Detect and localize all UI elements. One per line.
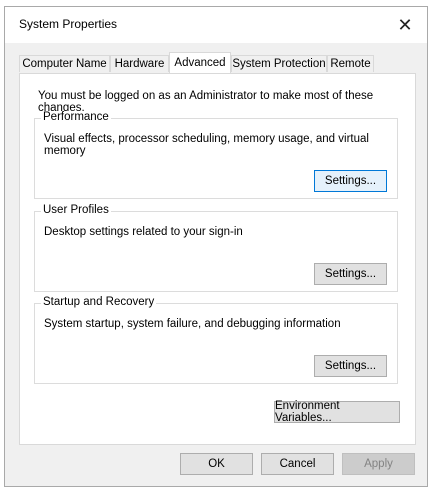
title-bar: System Properties ✕ <box>5 7 427 43</box>
environment-variables-button[interactable]: Environment Variables... <box>274 400 400 424</box>
user-profiles-settings-button[interactable]: Settings... <box>314 263 387 285</box>
tab-system-protection[interactable]: System Protection <box>231 55 327 72</box>
system-properties-dialog: System Properties ✕ Computer Name Hardwa… <box>4 6 428 487</box>
tab-computer-name[interactable]: Computer Name <box>19 55 110 72</box>
window-title: System Properties <box>19 17 118 31</box>
user-profiles-group: User Profiles Desktop settings related t… <box>34 204 398 292</box>
user-profiles-description: Desktop settings related to your sign-in <box>44 226 243 238</box>
performance-description: Visual effects, processor scheduling, me… <box>44 133 369 157</box>
startup-recovery-description: System startup, system failure, and debu… <box>44 318 341 330</box>
startup-recovery-legend: Startup and Recovery <box>41 296 157 308</box>
performance-legend: Performance <box>41 111 111 123</box>
advanced-tab-panel: You must be logged on as an Administrato… <box>19 73 416 445</box>
startup-recovery-settings-button[interactable]: Settings... <box>314 355 387 377</box>
performance-group: Performance Visual effects, processor sc… <box>34 111 398 199</box>
cancel-button[interactable]: Cancel <box>261 453 334 475</box>
close-icon[interactable]: ✕ <box>383 7 427 43</box>
startup-recovery-group: Startup and Recovery System startup, sys… <box>34 296 398 384</box>
tab-remote[interactable]: Remote <box>327 55 374 72</box>
tab-hardware[interactable]: Hardware <box>110 55 169 72</box>
ok-button[interactable]: OK <box>180 453 253 475</box>
tab-advanced[interactable]: Advanced <box>169 52 231 73</box>
user-profiles-legend: User Profiles <box>41 204 111 216</box>
performance-settings-button[interactable]: Settings... <box>314 170 387 192</box>
apply-button[interactable]: Apply <box>342 453 415 475</box>
